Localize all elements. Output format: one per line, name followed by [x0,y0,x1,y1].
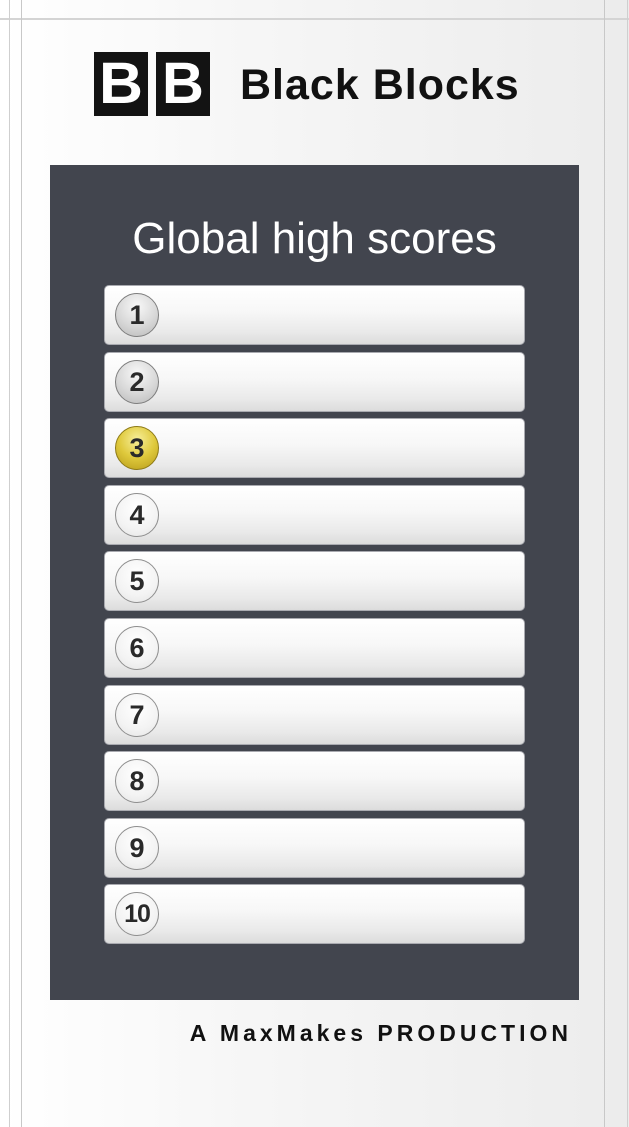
frame-divider-right-inner [604,0,605,1127]
rank-badge: 6 [115,625,159,670]
logo-letter-block-2: B [156,52,210,116]
rank-badge: 4 [115,492,159,537]
score-row-10[interactable]: 10 [104,884,525,945]
rank-badge: 3 [115,426,159,471]
frame-divider-left-inner [21,0,22,1127]
rank-badge: 7 [115,692,159,737]
high-scores-title: Global high scores [132,214,497,263]
score-row-3[interactable]: 3 [104,418,525,479]
logo-letter-block-1: B [94,52,148,116]
rank-badge: 2 [115,359,159,404]
rank-badge: 1 [115,293,159,337]
rank-badge: 5 [115,559,159,604]
logo-letter: B [162,52,204,116]
app-title: Black Blocks [240,61,520,109]
frame-divider-left-outer [9,0,10,1127]
rank-badge: 8 [115,759,159,804]
score-row-2[interactable]: 2 [104,351,525,412]
score-row-1[interactable]: 1 [104,285,525,345]
score-row-5[interactable]: 5 [104,551,525,612]
score-row-7[interactable]: 7 [104,684,525,745]
score-row-8[interactable]: 8 [104,751,525,812]
score-row-4[interactable]: 4 [104,484,525,545]
production-credit: A MaxMakes PRODUCTION [189,1020,572,1046]
rank-badge: 10 [115,892,159,937]
rank-badge: 9 [115,825,159,870]
window-top-bar [0,0,629,20]
score-row-6[interactable]: 6 [104,617,525,678]
high-score-list: 1 2 3 4 5 6 7 8 9 10 [104,285,525,951]
frame-divider-right-outer [627,0,628,1127]
score-row-9[interactable]: 9 [104,817,525,878]
logo-letter: B [98,52,143,116]
